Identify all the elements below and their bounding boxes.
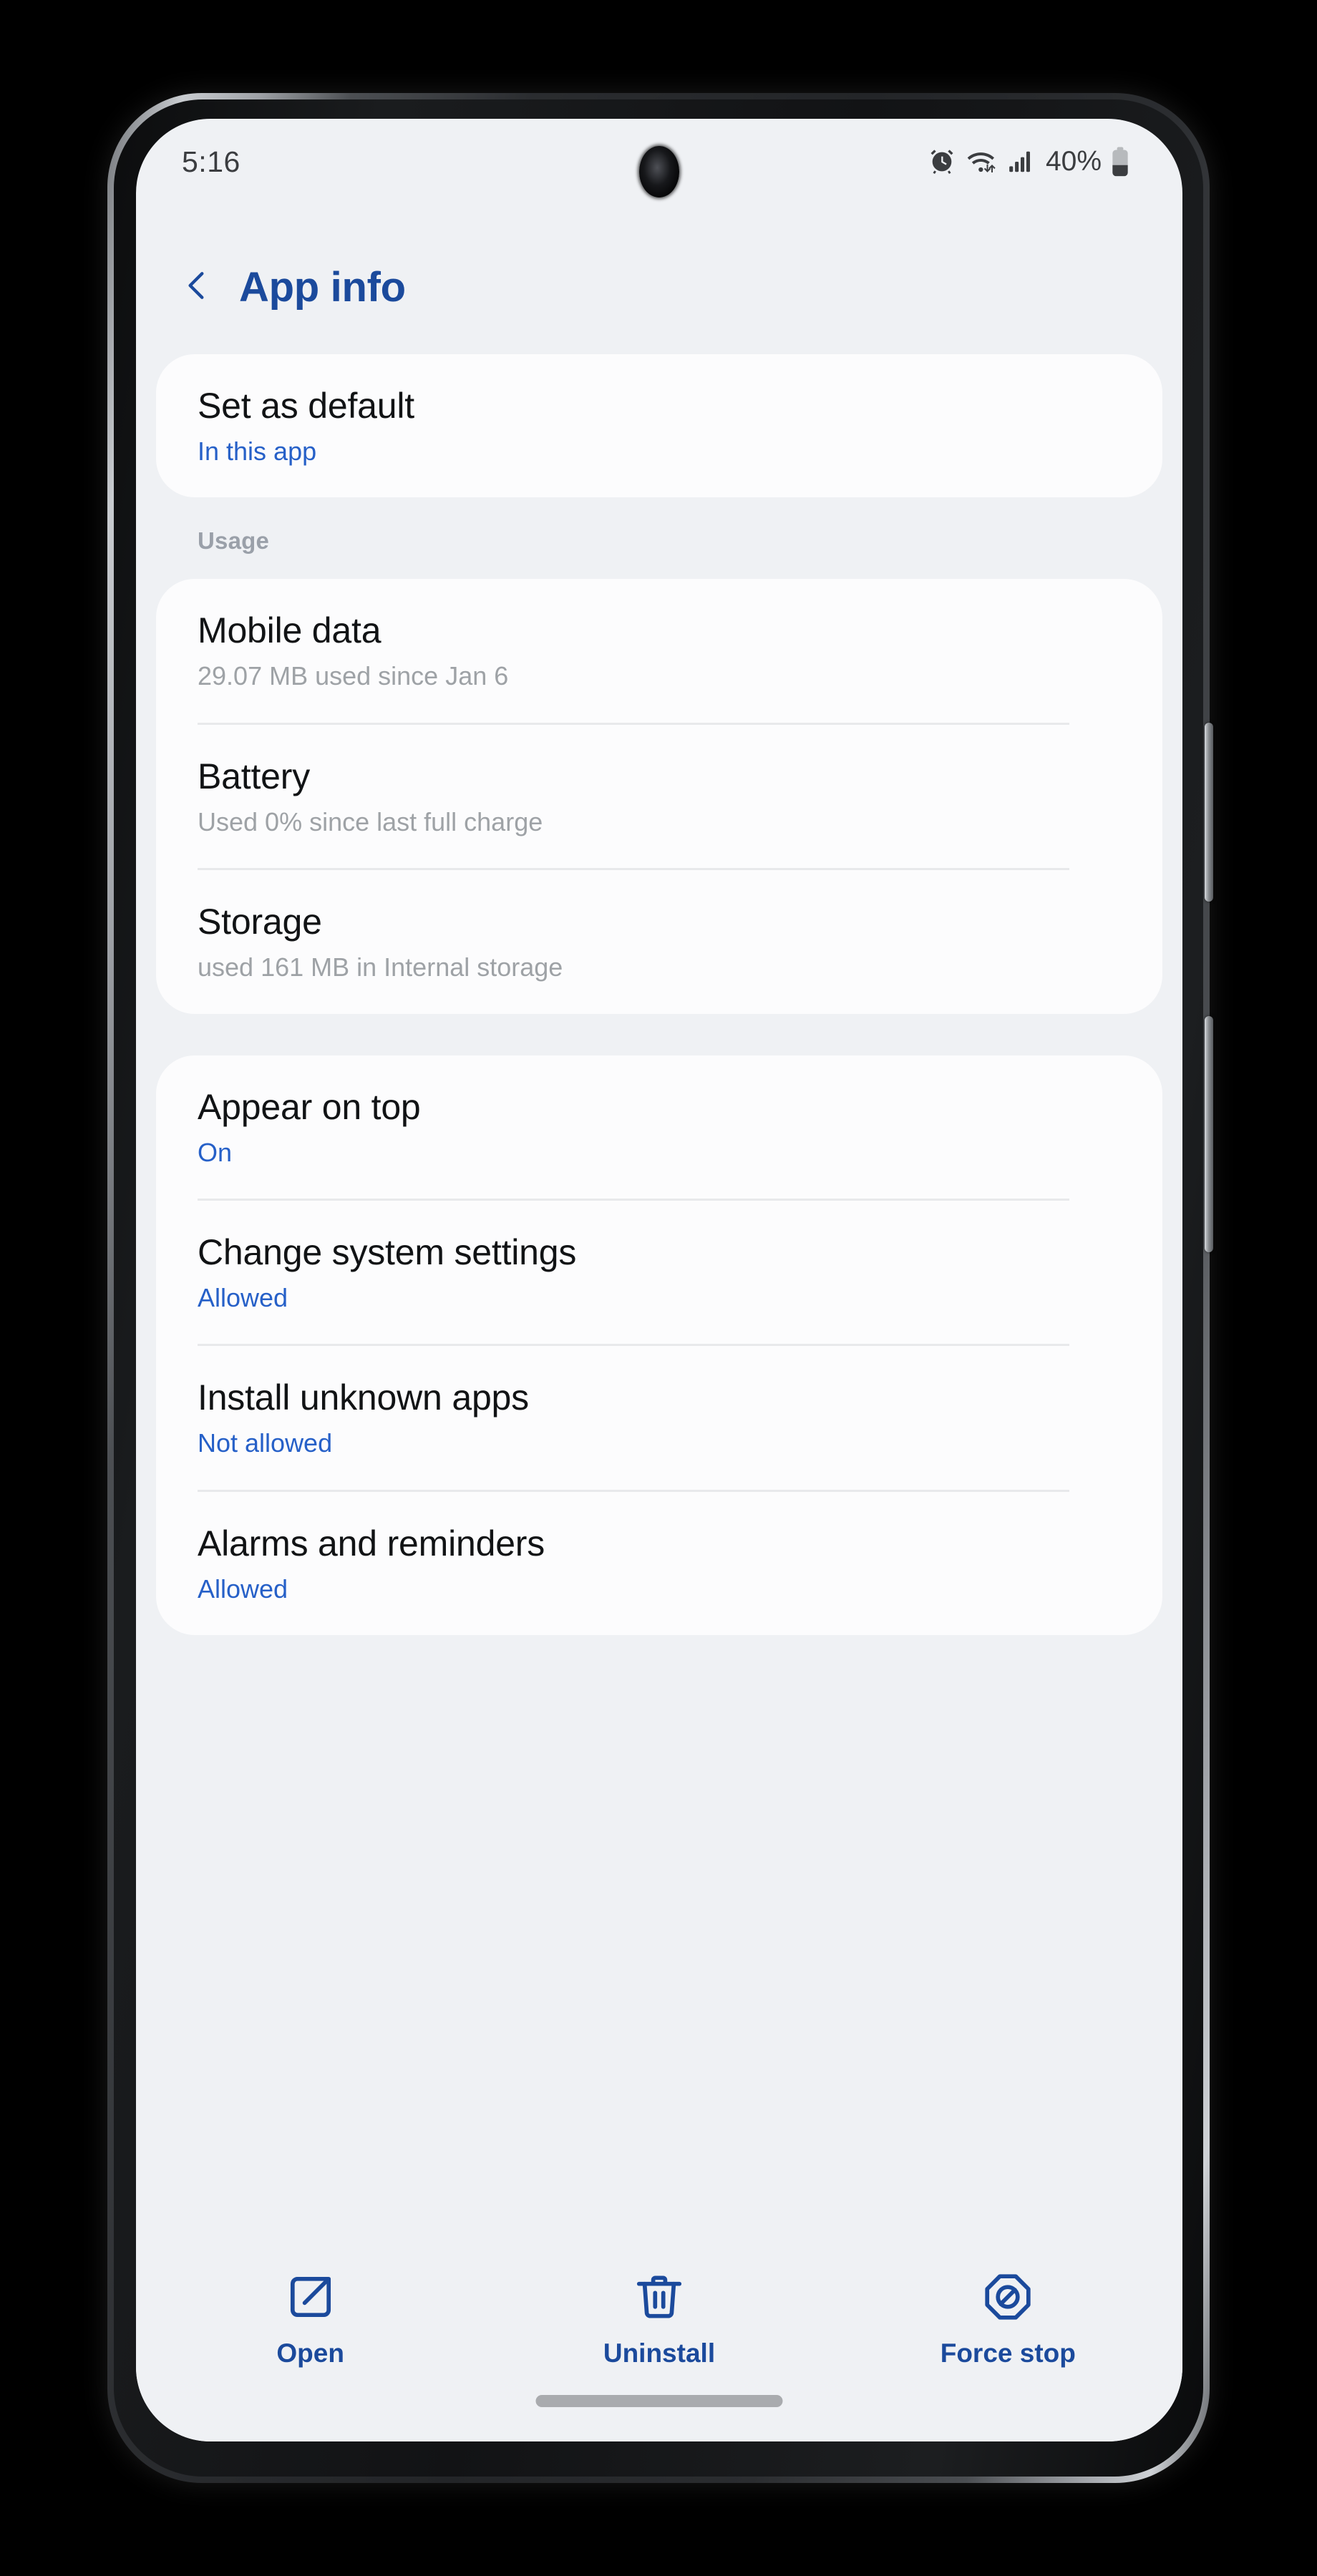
row-title: Install unknown apps	[198, 1377, 529, 1418]
bottom-action-bar: Open Uninstall Force stop	[136, 2243, 1182, 2441]
status-clock: 5:16	[182, 145, 240, 178]
app-bar: App info	[136, 205, 1182, 354]
row-set-as-default[interactable]: Set as default In this app	[156, 354, 1162, 497]
status-bar: 5:16 40%	[136, 119, 1182, 205]
row-subtitle: Allowed	[198, 1574, 288, 1604]
row-change-system-settings[interactable]: Change system settings Allowed	[156, 1201, 1162, 1344]
uninstall-button[interactable]: Uninstall	[552, 2271, 767, 2368]
page-title: App info	[239, 264, 406, 311]
action-label: Uninstall	[603, 2338, 716, 2368]
front-camera-punchhole	[639, 146, 679, 197]
permissions-card: Appear on top On Change system settings …	[156, 1055, 1162, 1636]
octagon-block-icon	[982, 2271, 1034, 2323]
trash-icon	[633, 2271, 685, 2323]
section-label-usage: Usage	[198, 527, 270, 555]
row-subtitle: In this app	[198, 436, 317, 466]
row-title: Mobile data	[198, 610, 382, 651]
row-subtitle: used 161 MB in Internal storage	[198, 952, 563, 982]
force-stop-button[interactable]: Force stop	[900, 2271, 1115, 2368]
default-card: Set as default In this app	[156, 354, 1162, 498]
action-label: Force stop	[940, 2338, 1076, 2368]
alarm-icon	[928, 147, 956, 176]
usage-card: Mobile data 29.07 MB used since Jan 6 Ba…	[156, 579, 1162, 1014]
row-title: Alarms and reminders	[198, 1523, 545, 1563]
row-subtitle: Allowed	[198, 1282, 288, 1312]
home-indicator[interactable]	[535, 2395, 783, 2407]
row-appear-on-top[interactable]: Appear on top On	[156, 1055, 1162, 1199]
battery-icon	[1111, 146, 1129, 177]
row-subtitle: Used 0% since last full charge	[198, 806, 543, 836]
action-label: Open	[276, 2338, 344, 2368]
battery-percentage: 40%	[1045, 146, 1102, 177]
chevron-left-icon	[179, 268, 215, 307]
row-mobile-data[interactable]: Mobile data 29.07 MB used since Jan 6	[156, 579, 1162, 722]
phone-screen: 5:16 40% App info Set as default In this…	[136, 119, 1182, 2441]
wifi-icon	[966, 147, 997, 176]
row-title: Appear on top	[198, 1086, 421, 1127]
row-install-unknown-apps[interactable]: Install unknown apps Not allowed	[156, 1346, 1162, 1489]
row-title: Battery	[198, 756, 310, 796]
row-title: Change system settings	[198, 1231, 577, 1272]
volume-button[interactable]	[1205, 723, 1213, 902]
status-icons: 40%	[928, 146, 1129, 177]
card-gap	[156, 1014, 1162, 1055]
power-button[interactable]	[1205, 1016, 1213, 1252]
row-subtitle: 29.07 MB used since Jan 6	[198, 661, 509, 691]
back-button[interactable]	[173, 264, 220, 311]
row-title: Storage	[198, 902, 322, 942]
settings-list: Set as default In this app Usage Mobile …	[136, 354, 1182, 1636]
row-alarms-and-reminders[interactable]: Alarms and reminders Allowed	[156, 1492, 1162, 1635]
screenshot-root: 5:16 40% App info Set as default In this…	[0, 0, 1317, 2576]
open-button[interactable]: Open	[203, 2271, 418, 2368]
row-subtitle: On	[198, 1137, 233, 1167]
row-subtitle: Not allowed	[198, 1428, 333, 1458]
row-title: Set as default	[198, 386, 414, 426]
row-battery[interactable]: Battery Used 0% since last full charge	[156, 725, 1162, 868]
cellular-signal-icon	[1006, 148, 1035, 175]
row-storage[interactable]: Storage used 161 MB in Internal storage	[156, 870, 1162, 1013]
external-link-icon	[285, 2271, 336, 2323]
